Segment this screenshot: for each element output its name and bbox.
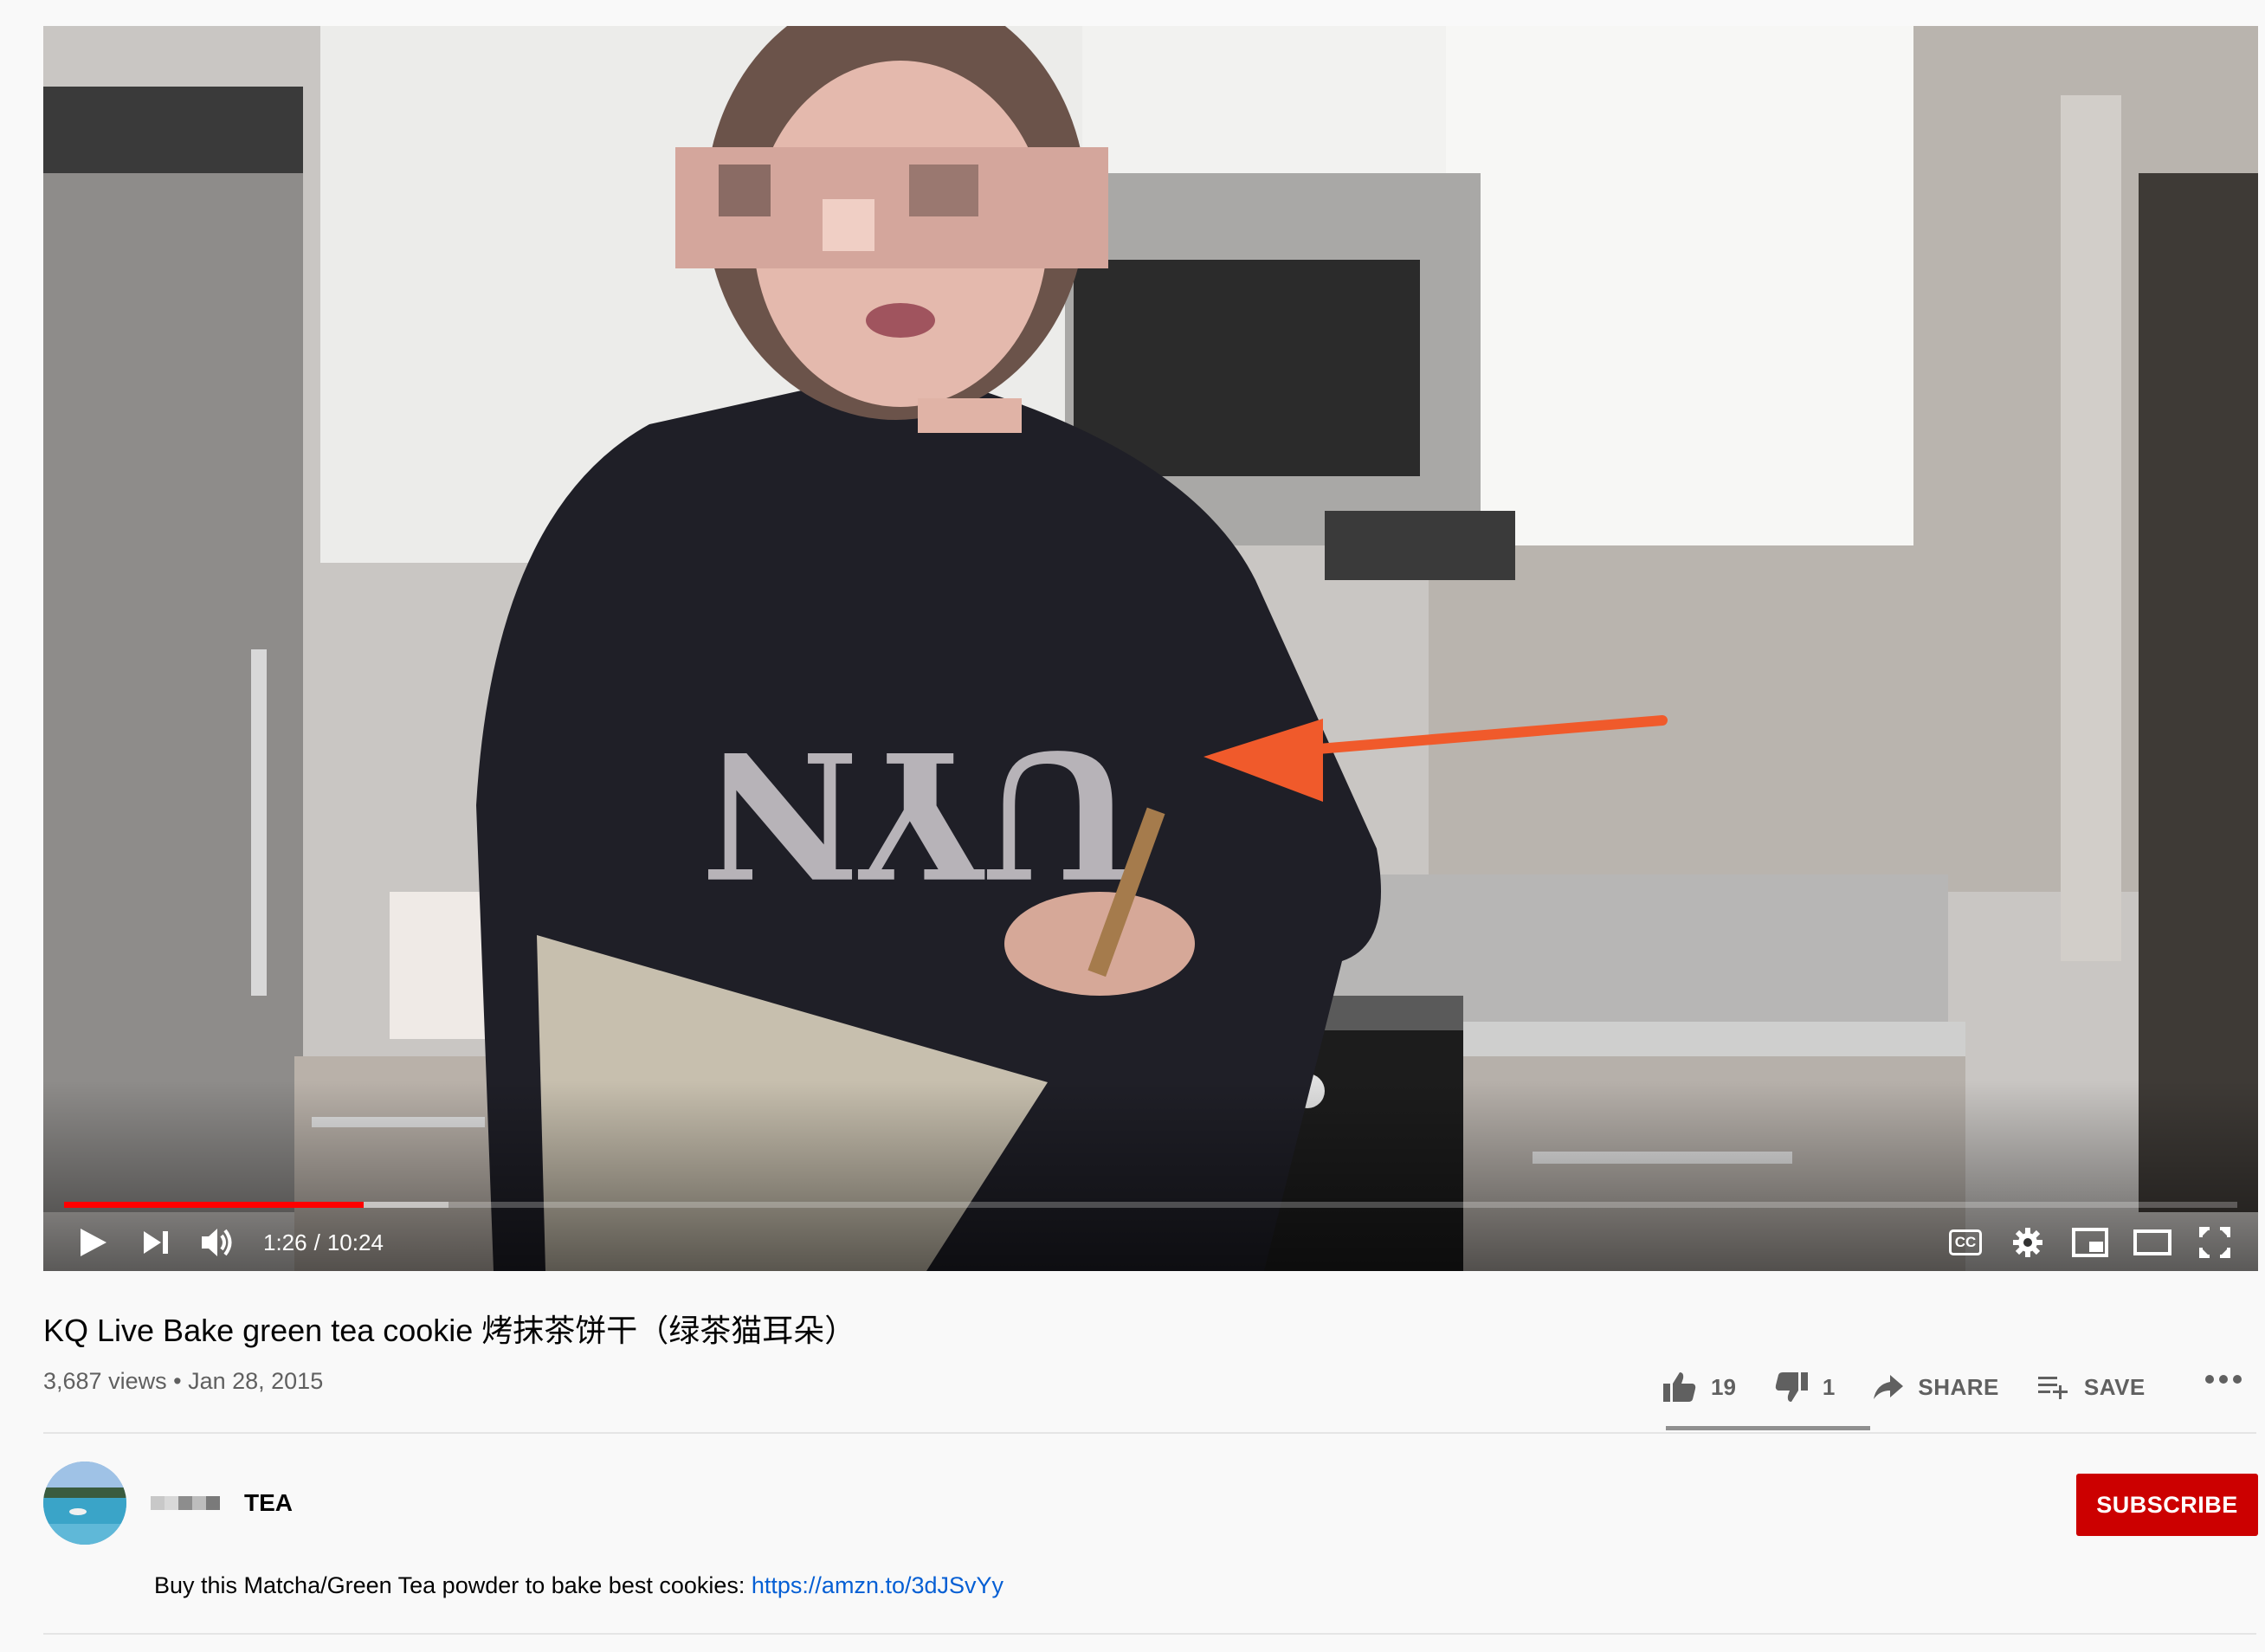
like-count: 19 (1711, 1373, 1736, 1400)
view-count: 3,687 views (43, 1368, 167, 1394)
description-link[interactable]: https://amzn.to/3dJSvYy (752, 1572, 1003, 1598)
theater-icon (2133, 1229, 2171, 1255)
next-icon (144, 1231, 168, 1254)
time-display: 1:26/10:24 (260, 1229, 387, 1256)
time-separator: / (313, 1229, 320, 1255)
sentiment-bar (1666, 1426, 1870, 1430)
thumbs-down-icon (1775, 1372, 1808, 1402)
video-meta: 3,687 views • Jan 28, 2015 (43, 1368, 323, 1395)
video-description: Buy this Matcha/Green Tea powder to bake… (154, 1572, 1003, 1599)
more-horizontal-icon (2205, 1375, 2242, 1384)
share-button[interactable]: SHARE (1873, 1374, 1999, 1401)
share-icon (1874, 1375, 1904, 1399)
miniplayer-button[interactable] (2059, 1214, 2121, 1271)
video-player[interactable]: UYN 1:26 / 10:24 CC (43, 26, 2258, 1271)
thumbs-up-icon (1663, 1372, 1696, 1402)
channel-name[interactable]: TEA (151, 1489, 293, 1517)
dislike-count: 1 (1822, 1373, 1836, 1400)
current-time: 1:26 (263, 1229, 307, 1255)
miniplayer-icon (2072, 1228, 2108, 1257)
dislike-button[interactable]: 1 (1774, 1371, 1835, 1403)
duration: 10:24 (326, 1229, 384, 1255)
svg-text:UYN: UYN (701, 712, 1134, 915)
progress-played (64, 1202, 365, 1208)
channel-avatar[interactable] (43, 1462, 126, 1545)
divider-top (43, 1432, 2256, 1434)
playlist-add-icon (2037, 1377, 2068, 1399)
play-icon (81, 1229, 106, 1256)
save-button[interactable]: SAVE (2037, 1374, 2146, 1401)
settings-button[interactable] (1997, 1214, 2059, 1271)
save-label: SAVE (2083, 1373, 2146, 1400)
progress-bar[interactable] (64, 1202, 2237, 1208)
subscribe-button[interactable]: SUBSCRIBE (2076, 1474, 2258, 1536)
volume-icon (202, 1229, 232, 1256)
fullscreen-button[interactable] (2184, 1214, 2246, 1271)
like-button[interactable]: 19 (1662, 1371, 1736, 1403)
cc-icon: CC (1948, 1229, 1983, 1255)
settings-icon (2013, 1228, 2042, 1257)
more-actions-button[interactable] (2204, 1373, 2242, 1389)
video-actions: 19 1 SHARE SAVE (1662, 1359, 2184, 1415)
mute-button[interactable] (187, 1214, 249, 1271)
video-title: KQ Live Bake green tea cookie 烤抹茶饼干（绿茶猫耳… (43, 1313, 856, 1348)
next-button[interactable] (125, 1214, 187, 1271)
meta-dot: • (173, 1368, 182, 1394)
play-button[interactable] (62, 1214, 125, 1271)
divider-bottom (43, 1633, 2256, 1635)
description-text: Buy this Matcha/Green Tea powder to bake… (154, 1572, 752, 1598)
player-controls: 1:26/10:24 CC (43, 1214, 2258, 1271)
theater-button[interactable] (2121, 1214, 2184, 1271)
share-label: SHARE (1918, 1373, 1999, 1400)
captions-button[interactable]: CC (1934, 1214, 1997, 1271)
fullscreen-icon (2199, 1227, 2230, 1258)
redacted-pixel-block (151, 1496, 220, 1510)
channel-name-text: TEA (244, 1489, 293, 1516)
upload-date: Jan 28, 2015 (188, 1368, 324, 1394)
